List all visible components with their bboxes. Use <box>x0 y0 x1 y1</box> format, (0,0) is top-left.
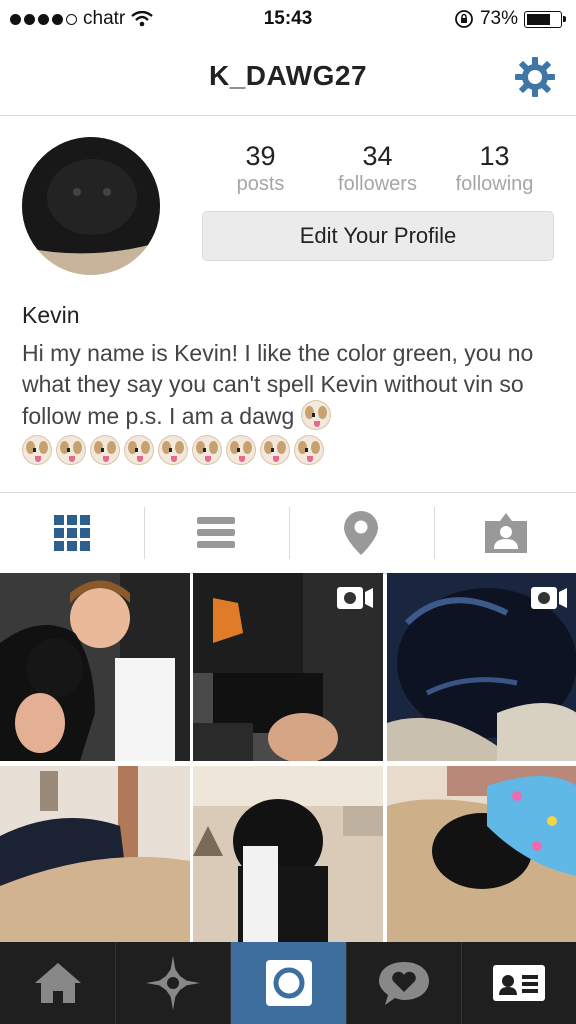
dog-face-emoji <box>300 400 331 430</box>
tab-location[interactable] <box>289 493 433 573</box>
nav-home[interactable] <box>0 942 115 1024</box>
explore-star-icon <box>145 956 200 1010</box>
avatar[interactable] <box>22 137 160 275</box>
photo-thumbnail[interactable] <box>0 766 190 954</box>
dog-face-emoji <box>124 435 154 465</box>
video-icon <box>531 587 567 609</box>
followers-count: 34 <box>362 141 393 171</box>
photo-thumbnail[interactable] <box>0 573 190 761</box>
dog-face-emoji <box>22 435 52 465</box>
tab-grid[interactable] <box>0 493 144 573</box>
profile-bio: Hi my name is Kevin! I like the color gr… <box>22 338 556 432</box>
home-icon <box>34 963 81 1003</box>
list-icon <box>197 517 235 548</box>
photo-thumbnail[interactable] <box>193 573 383 761</box>
profile-name: Kevin <box>22 302 80 328</box>
rotation-lock-icon <box>455 10 473 28</box>
nav-camera[interactable] <box>231 942 346 1024</box>
nav-explore[interactable] <box>115 942 230 1024</box>
tab-tagged[interactable] <box>434 493 576 573</box>
dog-face-emoji <box>56 435 86 465</box>
profile-stats: 39 posts 34 followers 13 following <box>202 140 554 200</box>
followers-label: followers <box>338 173 417 195</box>
posts-count: 39 <box>245 141 276 171</box>
stat-following[interactable]: 13 following <box>436 140 553 196</box>
battery-icon <box>524 10 566 28</box>
status-bar: chatr 15:43 73% <box>0 0 576 36</box>
nav-profile[interactable] <box>461 942 576 1024</box>
dog-face-emoji <box>192 435 222 465</box>
activity-heart-bubble-icon <box>378 962 429 1005</box>
profile-header: K_DAWG27 <box>0 36 576 116</box>
bottom-nav-bar <box>0 942 576 1024</box>
dog-face-emoji <box>260 435 290 465</box>
dog-emoji-row <box>22 435 324 465</box>
dog-face-emoji <box>158 435 188 465</box>
dog-face-emoji <box>294 435 324 465</box>
nav-activity[interactable] <box>346 942 461 1024</box>
profile-view-tabs <box>0 492 576 574</box>
stat-posts[interactable]: 39 posts <box>202 140 319 196</box>
edit-profile-button[interactable]: Edit Your Profile <box>202 211 554 261</box>
video-icon <box>337 587 373 609</box>
tagged-person-icon <box>485 513 527 553</box>
dog-face-emoji <box>90 435 120 465</box>
tab-list[interactable] <box>144 493 288 573</box>
battery-percent: 73% <box>479 8 518 29</box>
camera-icon <box>265 960 312 1006</box>
photo-thumbnail[interactable] <box>387 766 576 954</box>
photo-thumbnail[interactable] <box>193 766 383 954</box>
posts-label: posts <box>236 173 285 195</box>
dog-face-emoji <box>226 435 256 465</box>
following-label: following <box>455 173 534 195</box>
photo-thumbnail[interactable] <box>387 573 576 761</box>
username-title: K_DAWG27 <box>208 60 368 91</box>
bio-text: Hi my name is Kevin! I like the color gr… <box>22 340 534 429</box>
profile-card-icon <box>492 965 545 1001</box>
stat-followers[interactable]: 34 followers <box>319 140 436 196</box>
gear-icon[interactable] <box>514 56 556 98</box>
following-count: 13 <box>479 141 510 171</box>
location-pin-icon <box>344 511 378 555</box>
photo-grid <box>0 573 576 942</box>
grid-icon <box>54 515 90 551</box>
